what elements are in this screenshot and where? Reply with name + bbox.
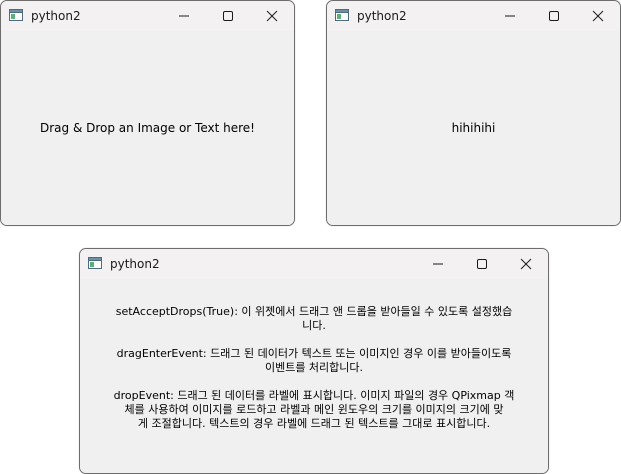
window-title: python2 [110, 257, 160, 271]
close-icon [592, 10, 604, 22]
description-line: dragEnterEvent: 드래그 된 데이터가 텍스트 또는 이미지인 경… [116, 347, 512, 360]
close-icon [520, 258, 532, 270]
title-bar[interactable]: python2 [1, 1, 294, 31]
minimize-icon [505, 15, 515, 17]
window-1: python2 Drag & Drop an Image or Text her… [0, 0, 295, 226]
title-bar[interactable]: python2 [327, 1, 620, 31]
description-paragraph: dragEnterEvent: 드래그 된 데이터가 텍스트 또는 이미지인 경… [88, 347, 540, 375]
description-line: 이벤트를 처리합니다. [264, 361, 364, 374]
minimize-button[interactable] [487, 1, 533, 31]
app-window-icon [335, 9, 349, 21]
drop-label: hihihihi [451, 121, 496, 135]
description-line: 체를 사용하여 이미지를 로드하고 라벨과 메인 윈도우의 크기를 이미지의 크… [124, 403, 504, 416]
app-window-icon [9, 9, 23, 21]
close-button[interactable] [249, 1, 294, 31]
description-paragraph: setAcceptDrops(True): 이 위젯에서 드래그 앤 드롭을 받… [88, 305, 540, 333]
title-bar[interactable]: python2 [80, 249, 548, 279]
description-line: setAcceptDrops(True): 이 위젯에서 드래그 앤 드롭을 받… [115, 305, 513, 318]
minimize-icon [179, 15, 189, 17]
drop-label: Drag & Drop an Image or Text here! [39, 121, 255, 135]
maximize-icon [223, 11, 233, 21]
close-button[interactable] [575, 1, 620, 31]
window-title: python2 [357, 9, 407, 23]
maximize-button[interactable] [531, 1, 577, 31]
app-window-icon [88, 257, 102, 269]
minimize-button[interactable] [415, 249, 461, 279]
drop-area[interactable]: Drag & Drop an Image or Text here! [1, 31, 294, 225]
maximize-button[interactable] [459, 249, 505, 279]
description-line: 니다. [302, 319, 326, 332]
description-line: 게 조절합니다. 텍스트의 경우 라벨에 드래그 된 텍스트를 그대로 표시합니… [137, 417, 491, 430]
description-paragraph: dropEvent: 드래그 된 데이터를 라벨에 표시합니다. 이미지 파일의… [88, 389, 540, 431]
minimize-button[interactable] [161, 1, 207, 31]
drop-area[interactable]: hihihihi [327, 31, 620, 225]
window-2: python2 hihihihi [326, 0, 621, 226]
description-line: dropEvent: 드래그 된 데이터를 라벨에 표시합니다. 이미지 파일의… [113, 389, 515, 402]
maximize-icon [549, 11, 559, 21]
close-button[interactable] [503, 249, 548, 279]
close-icon [266, 10, 278, 22]
maximize-button[interactable] [205, 1, 251, 31]
maximize-icon [477, 259, 487, 269]
window-3: python2 setAcceptDrops(True): 이 위젯에서 드래그… [79, 248, 549, 474]
window-title: python2 [31, 9, 81, 23]
minimize-icon [433, 263, 443, 265]
drop-area[interactable]: setAcceptDrops(True): 이 위젯에서 드래그 앤 드롭을 받… [80, 279, 548, 473]
